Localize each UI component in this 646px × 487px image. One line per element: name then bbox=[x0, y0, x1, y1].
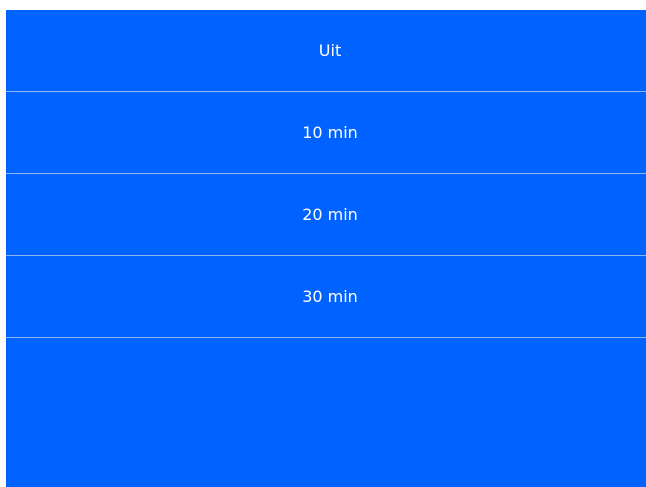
timer-option-20-min[interactable]: 20 min bbox=[6, 174, 646, 256]
timer-option-10-min[interactable]: 10 min bbox=[6, 92, 646, 174]
timer-option-30-min[interactable]: 30 min bbox=[6, 256, 646, 338]
timer-option-label: 20 min bbox=[302, 205, 358, 224]
timer-option-label: 30 min bbox=[302, 287, 358, 306]
timer-options-list: Uit 10 min 20 min 30 min bbox=[6, 10, 646, 338]
timer-option-off[interactable]: Uit bbox=[6, 10, 646, 92]
timer-option-label: Uit bbox=[318, 41, 342, 60]
timer-option-label: 10 min bbox=[302, 123, 358, 142]
timer-menu-panel: Uit 10 min 20 min 30 min bbox=[6, 10, 646, 487]
